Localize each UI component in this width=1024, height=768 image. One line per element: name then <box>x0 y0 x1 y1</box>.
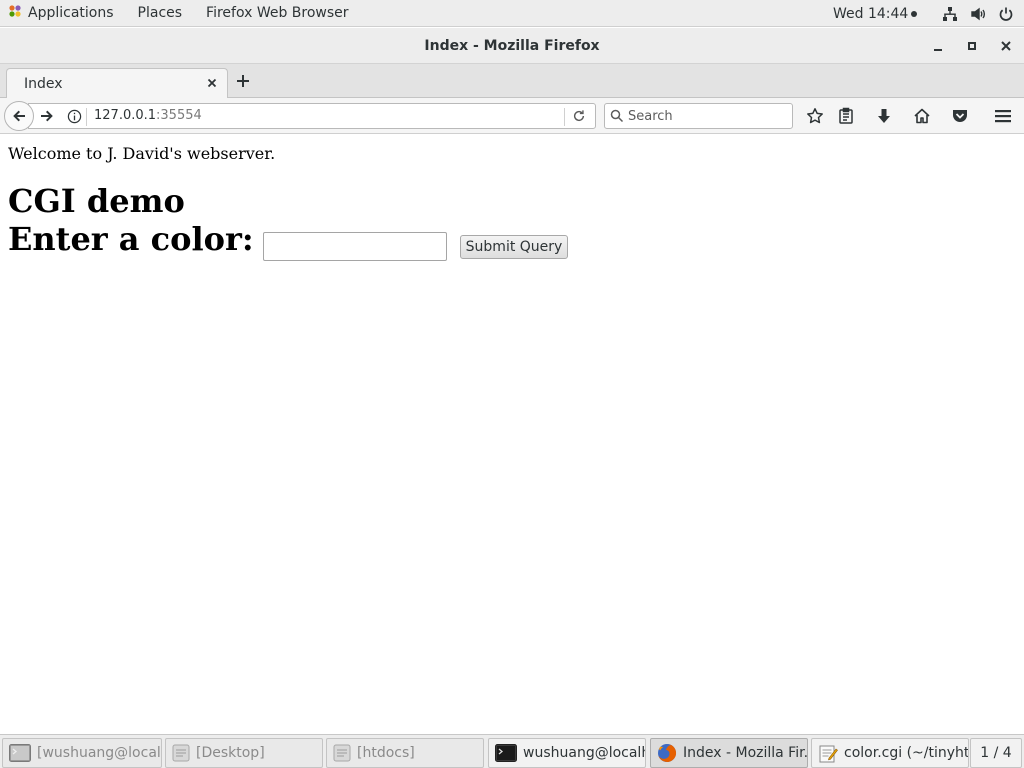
applications-icon <box>8 4 22 22</box>
task-terminal-minimized[interactable]: [wushuang@localh... <box>2 738 162 768</box>
forward-button[interactable] <box>39 108 55 128</box>
welcome-text: Welcome to J. David's webserver. <box>8 144 276 163</box>
url-host: 127.0.0.1 <box>94 108 157 123</box>
top-panel: Applications Places Firefox Web Browser … <box>0 0 1024 27</box>
window-titlebar[interactable]: Index - Mozilla Firefox <box>0 28 1024 64</box>
reading-list-button[interactable] <box>834 104 858 128</box>
task-label: Index - Mozilla Fir... <box>683 745 808 761</box>
search-bar[interactable] <box>604 103 793 129</box>
search-icon <box>610 109 624 127</box>
download-icon[interactable] <box>872 104 896 128</box>
pocket-icon[interactable] <box>948 104 972 128</box>
places-label: Places <box>137 5 183 21</box>
task-label: wushuang@localh... <box>523 745 645 761</box>
color-prompt: Enter a color: <box>8 220 254 258</box>
active-app-label: Firefox Web Browser <box>206 5 349 21</box>
applications-menu[interactable]: Applications <box>0 0 126 27</box>
task-terminal[interactable]: wushuang@localh... <box>488 738 646 768</box>
bookmark-star-button[interactable] <box>803 104 827 128</box>
task-label: [htdocs] <box>357 745 415 761</box>
url-bar[interactable]: 127.0.0.1:35554 <box>28 103 596 129</box>
terminal-icon <box>9 744 31 762</box>
file-manager-icon <box>172 744 190 762</box>
system-status-area[interactable] <box>942 0 1014 27</box>
site-info-icon[interactable] <box>67 109 82 128</box>
url-port: :35554 <box>156 108 202 123</box>
new-tab-button[interactable] <box>232 70 254 92</box>
navigation-toolbar: 127.0.0.1:35554 <box>0 98 1024 134</box>
volume-icon <box>970 6 986 22</box>
network-icon <box>942 6 958 22</box>
window-title: Index - Mozilla Firefox <box>424 37 600 54</box>
task-htdocs-minimized[interactable]: [htdocs] <box>326 738 484 768</box>
back-button[interactable] <box>4 101 34 131</box>
tab-strip: Index <box>0 64 1024 99</box>
task-text-editor[interactable]: color.cgi (~/tinyhtt... <box>811 738 969 768</box>
applications-label: Applications <box>28 5 114 21</box>
clock-text: Wed 14:44 <box>833 5 909 22</box>
maximize-button[interactable] <box>962 36 982 56</box>
page-heading: CGI demo <box>8 182 185 220</box>
tab-label: Index <box>24 76 63 92</box>
terminal-icon <box>495 744 517 762</box>
submit-query-button[interactable]: Submit Query <box>460 235 568 259</box>
task-firefox-active[interactable]: Index - Mozilla Fir... <box>650 738 808 768</box>
power-icon <box>998 6 1014 22</box>
task-label: [Desktop] <box>196 745 265 761</box>
clock[interactable]: Wed 14:44 <box>833 0 918 27</box>
places-menu[interactable]: Places <box>126 0 195 27</box>
file-manager-icon <box>333 744 351 762</box>
window-list-taskbar: [wushuang@localh... [Desktop] [htdocs] w… <box>0 734 1024 768</box>
task-label: color.cgi (~/tinyhtt... <box>844 745 969 761</box>
search-input[interactable] <box>628 107 788 125</box>
firefox-icon <box>657 743 677 763</box>
url-text[interactable]: 127.0.0.1:35554 <box>94 108 202 123</box>
text-editor-icon <box>818 743 838 763</box>
home-icon[interactable] <box>910 104 934 128</box>
task-desktop-minimized[interactable]: [Desktop] <box>165 738 323 768</box>
window-controls <box>928 28 1016 64</box>
workspace-indicator[interactable]: 1 / 4 <box>970 738 1022 768</box>
close-window-button[interactable] <box>996 36 1016 56</box>
color-input[interactable] <box>263 232 447 261</box>
reload-button[interactable] <box>572 109 586 127</box>
minimize-button[interactable] <box>928 36 948 56</box>
close-tab-icon[interactable] <box>207 77 217 92</box>
reload-separator <box>564 108 565 126</box>
page-content: Welcome to J. David's webserver. CGI dem… <box>0 135 1024 734</box>
active-app-menu[interactable]: Firefox Web Browser <box>194 0 361 27</box>
menu-hamburger-icon[interactable] <box>991 104 1015 128</box>
workspace-label: 1 / 4 <box>980 745 1012 761</box>
tab-index[interactable]: Index <box>6 68 228 99</box>
url-separator <box>86 108 87 126</box>
task-label: [wushuang@localh... <box>37 745 161 761</box>
notification-dot-icon <box>911 10 918 17</box>
